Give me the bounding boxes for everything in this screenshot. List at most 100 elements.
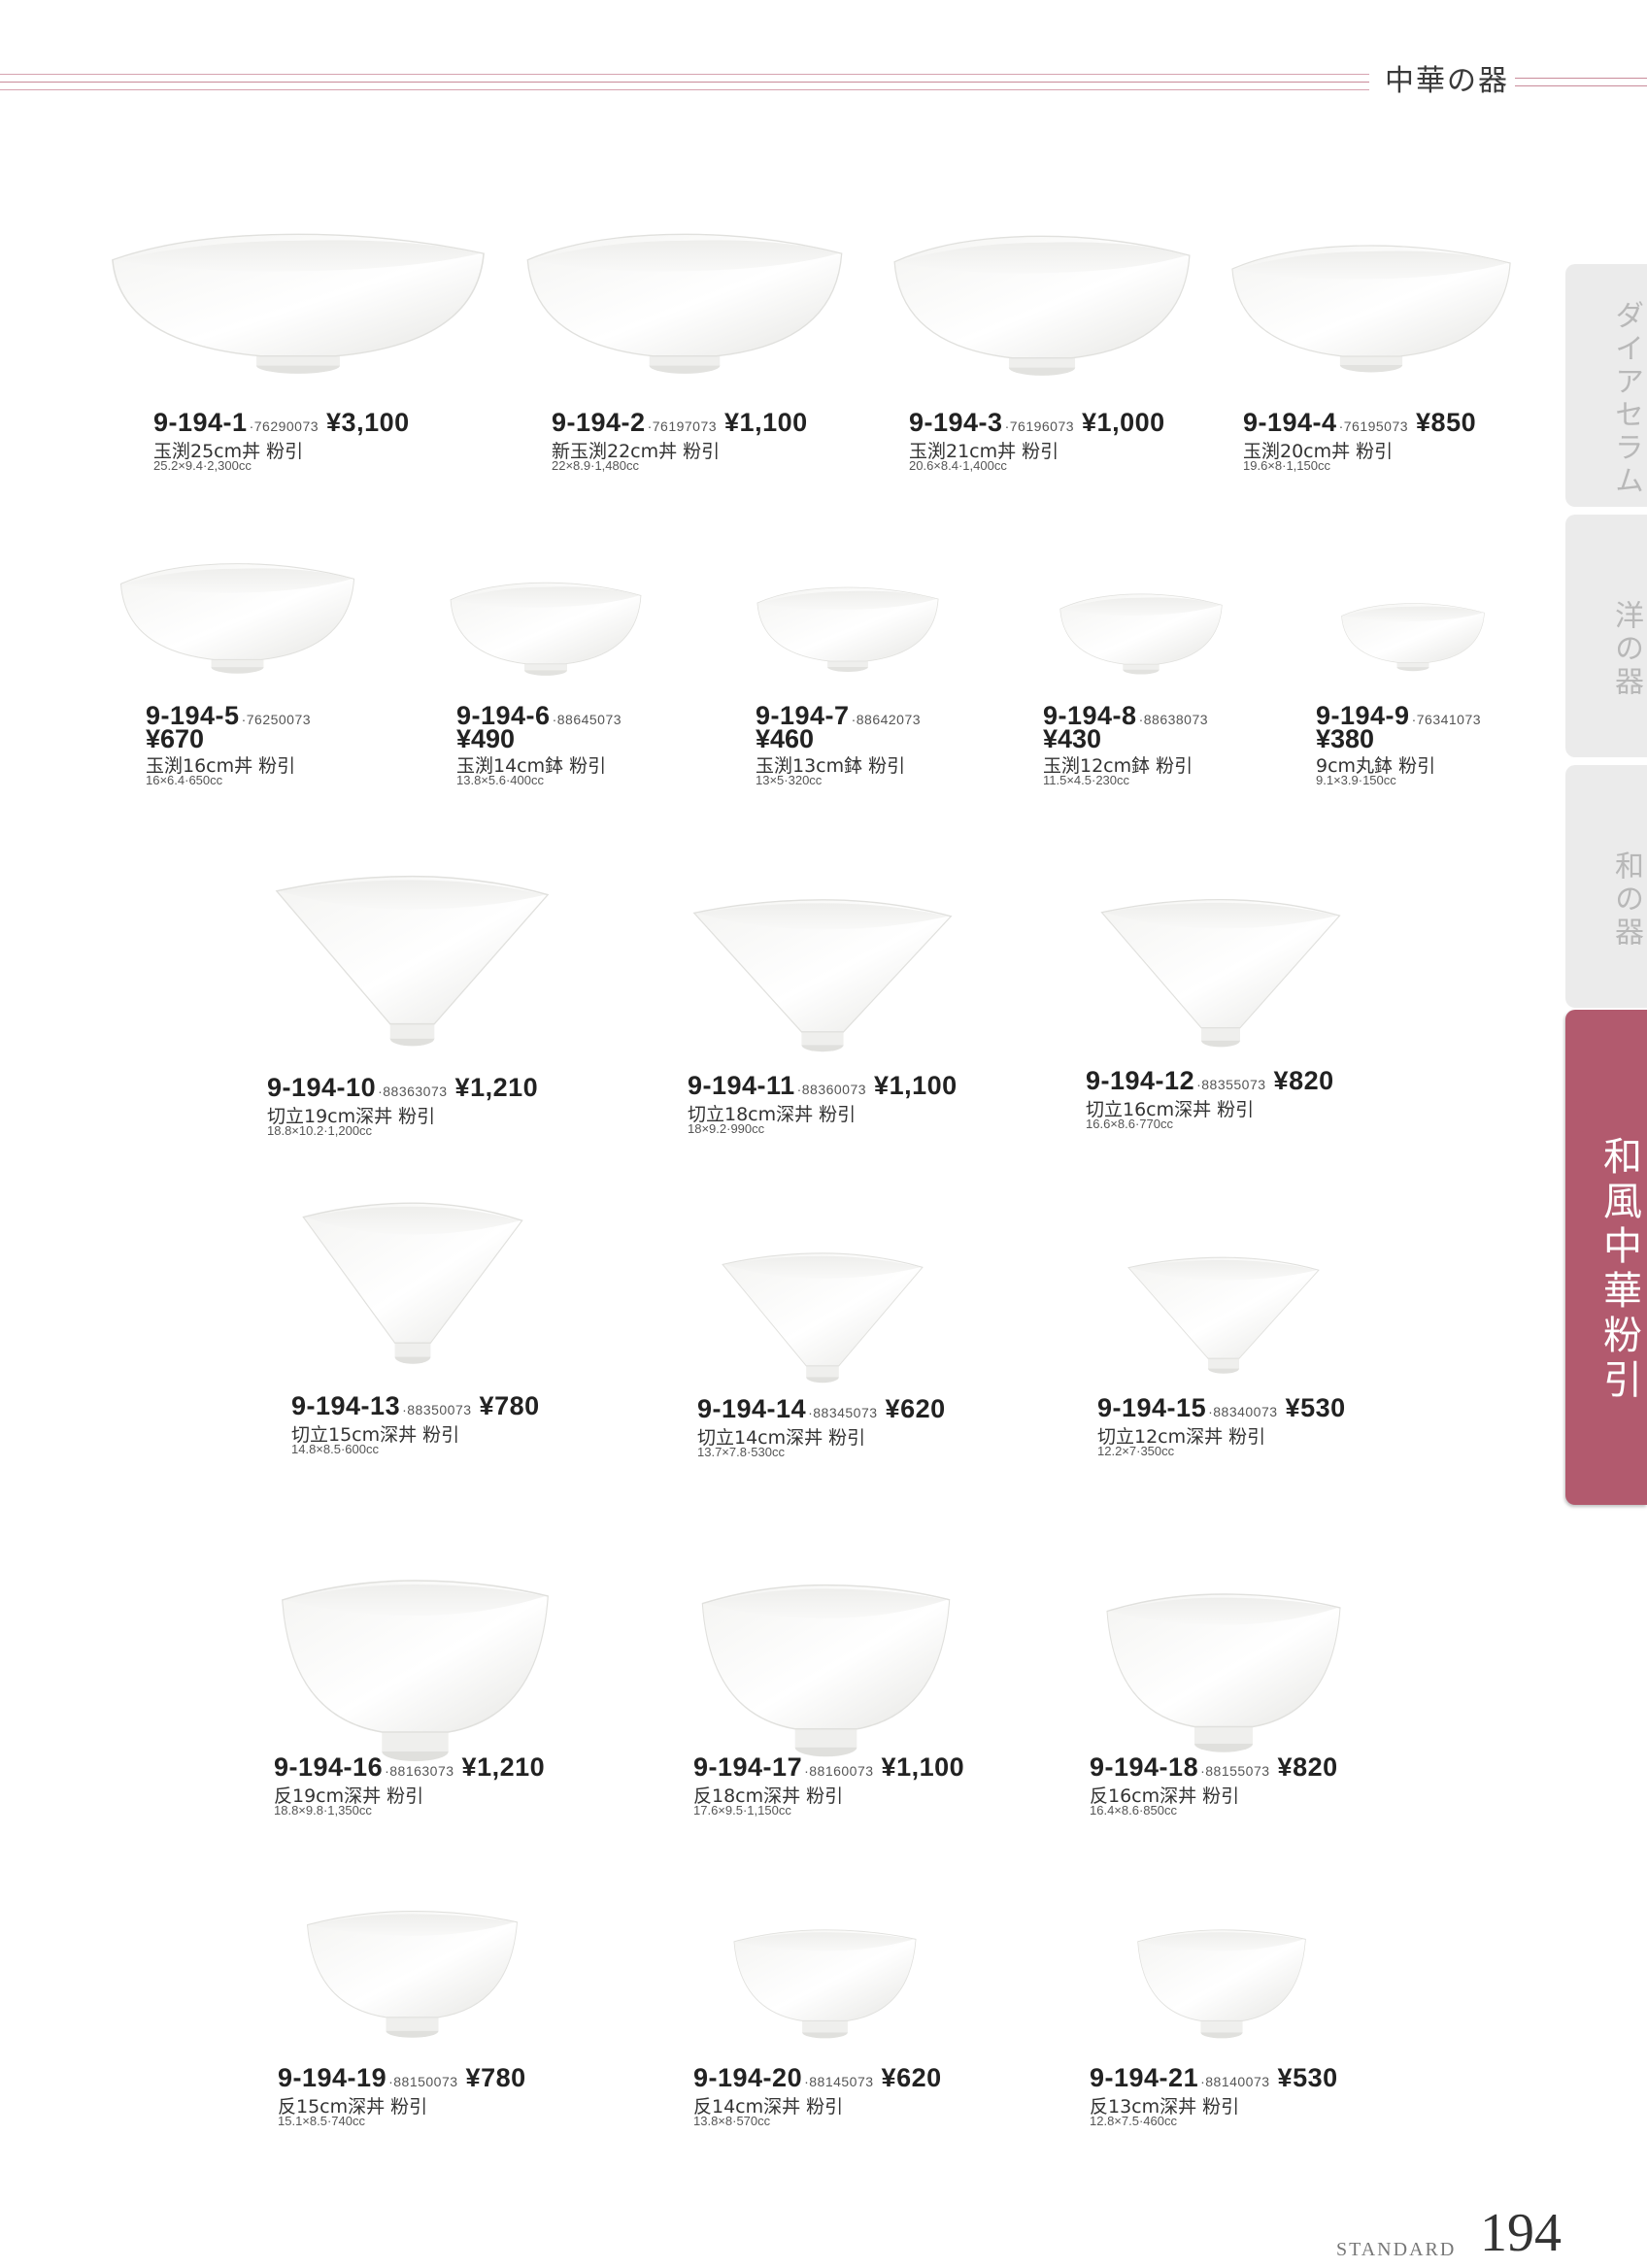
product-code: 9-194-8 (1043, 701, 1137, 730)
product-code-line: 9-194-1·76290073 ¥3,100 (153, 408, 410, 438)
header-rule-mid (0, 82, 1369, 83)
jan-code: ·88145073 (804, 2074, 874, 2089)
jan-code: ·88160073 (804, 1763, 874, 1779)
product-code-line: 9-194-11·88360073 ¥1,100 (688, 1071, 958, 1101)
product-code-line: 9-194-2·76197073 ¥1,100 (552, 408, 808, 438)
bowl-image (756, 585, 940, 683)
product-price: ¥620 (885, 1394, 946, 1423)
product-spec: 13.8×5.6·400cc (456, 773, 544, 787)
tab-sub-label: 中華の器 (1561, 1041, 1590, 1150)
product-code-line: 9-194-19·88150073 ¥780 (278, 2063, 526, 2093)
product-spec: 22×8.9·1,480cc (552, 458, 639, 473)
bowl-image (730, 1925, 920, 2042)
product-code-line: 9-194-21·88140073 ¥530 (1090, 2063, 1338, 2093)
product-spec: 14.8×8.5·600cc (291, 1442, 379, 1456)
product-code: 9-194-19 (278, 2063, 387, 2092)
product-code-line: 9-194-10·88363073 ¥1,210 (267, 1073, 538, 1103)
bowl-image (274, 869, 551, 1053)
product-spec: 25.2×9.4·2,300cc (153, 458, 252, 473)
product-code: 9-194-17 (693, 1752, 803, 1782)
jan-code: ·88645073 (552, 712, 622, 727)
bowl-image (449, 581, 643, 687)
jan-code: ·88150073 (388, 2074, 458, 2089)
product-price: ¥1,100 (881, 1752, 965, 1782)
product-code-line: 9-194-18·88155073 ¥820 (1090, 1752, 1338, 1783)
product-code: 9-194-3 (909, 408, 1003, 437)
bowl-image (301, 1196, 524, 1371)
jan-code: ·88360073 (796, 1082, 867, 1097)
bowl-image (277, 1573, 554, 1767)
jan-code: ·88140073 (1200, 2074, 1270, 2089)
product-code: 9-194-6 (456, 701, 551, 730)
product-code: 9-194-10 (267, 1073, 377, 1102)
product-code: 9-194-7 (756, 701, 850, 730)
jan-code: ·76195073 (1338, 418, 1409, 434)
jan-code: ·76290073 (249, 418, 319, 434)
product-code-line: 9-194-8·88638073 (1043, 701, 1208, 731)
jan-code: ·76341073 (1411, 712, 1482, 727)
tab-western[interactable]: 洋の器 (1565, 515, 1647, 757)
product-code: 9-194-1 (153, 408, 248, 437)
bowl-image (524, 231, 845, 391)
bowl-image (1102, 1587, 1345, 1757)
product-price: ¥1,100 (874, 1071, 958, 1100)
jan-code: ·76250073 (241, 712, 312, 727)
product-code: 9-194-2 (552, 408, 646, 437)
product-spec: 19.6×8·1,150cc (1243, 458, 1330, 473)
jan-code: ·88355073 (1196, 1077, 1266, 1092)
bowl-image (721, 1248, 924, 1388)
product-code-line: 9-194-14·88345073 ¥620 (697, 1394, 946, 1424)
product-code: 9-194-12 (1086, 1066, 1195, 1095)
section-title: 中華の器 (1379, 62, 1515, 101)
header-rule-bottom (0, 89, 1369, 90)
product-code: 9-194-11 (688, 1071, 795, 1100)
product-price: ¥780 (479, 1391, 540, 1420)
product-spec: 18×9.2·990cc (688, 1121, 765, 1136)
product-price: ¥1,210 (454, 1073, 539, 1102)
product-spec: 16.6×8.6·770cc (1086, 1117, 1173, 1131)
bowl-image (1099, 893, 1342, 1053)
product-price: ¥820 (1273, 1066, 1334, 1095)
product-code: 9-194-13 (291, 1391, 401, 1420)
jan-code: ·88155073 (1200, 1763, 1270, 1779)
product-price: ¥530 (1285, 1393, 1346, 1422)
bowl-image (691, 893, 954, 1058)
product-spec: 13.8×8·570cc (693, 2114, 771, 2128)
product-price: ¥780 (465, 2063, 526, 2092)
product-price: ¥1,210 (461, 1752, 546, 1782)
product-spec: 13.7×7.8·530cc (697, 1445, 785, 1459)
product-code: 9-194-21 (1090, 2063, 1199, 2092)
product-code-line: 9-194-12·88355073 ¥820 (1086, 1066, 1334, 1096)
bowl-image (303, 1906, 521, 2042)
product-code-line: 9-194-6·88645073 (456, 701, 622, 731)
product-price: ¥850 (1416, 408, 1477, 437)
product-spec: 15.1×8.5·740cc (278, 2114, 365, 2128)
bowl-image (1059, 592, 1224, 684)
product-code-line: 9-194-16·88163073 ¥1,210 (274, 1752, 545, 1783)
jan-code: ·88350073 (402, 1402, 472, 1418)
product-code-line: 9-194-13·88350073 ¥780 (291, 1391, 540, 1421)
bowl-image (118, 561, 356, 687)
tab-diaceram[interactable]: ダイアセラム (1565, 264, 1647, 507)
bowl-image (697, 1578, 955, 1762)
product-price: ¥620 (881, 2063, 942, 2092)
product-code-line: 9-194-3·76196073 ¥1,000 (909, 408, 1165, 438)
bowl-image (1340, 602, 1486, 680)
page-number: 194 (1480, 2203, 1562, 2263)
tab-japanese[interactable]: 和の器 (1565, 765, 1647, 1008)
product-code: 9-194-20 (693, 2063, 803, 2092)
product-spec: 12.8×7.5·460cc (1090, 2114, 1177, 2128)
product-spec: 17.6×9.5·1,150cc (693, 1803, 791, 1818)
bowl-image (1229, 243, 1513, 388)
product-price: ¥1,000 (1082, 408, 1165, 437)
product-spec: 13×5·320cc (756, 773, 823, 787)
product-code-line: 9-194-4·76195073 ¥850 (1243, 408, 1476, 438)
product-code: 9-194-18 (1090, 1752, 1199, 1782)
product-spec: 12.2×7·350cc (1097, 1444, 1175, 1458)
product-code-line: 9-194-20·88145073 ¥620 (693, 2063, 942, 2093)
product-code: 9-194-5 (146, 701, 240, 730)
product-price: ¥3,100 (326, 408, 410, 437)
header-rule-top (0, 74, 1369, 75)
jan-code: ·88163073 (385, 1763, 454, 1779)
footer-label: STANDARD (1336, 2239, 1457, 2260)
